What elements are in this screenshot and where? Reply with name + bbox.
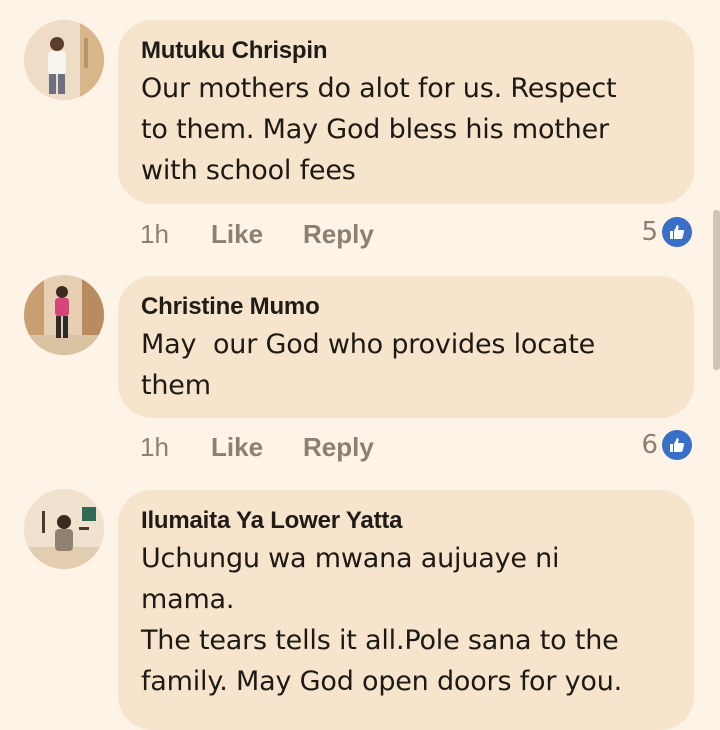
avatar[interactable] bbox=[24, 489, 104, 569]
comment-author[interactable]: Christine Mumo bbox=[141, 290, 672, 324]
like-button[interactable]: Like bbox=[211, 216, 263, 252]
comment-time[interactable]: 1h bbox=[140, 429, 169, 465]
reaction-summary[interactable]: 6 bbox=[641, 427, 694, 463]
reaction-count: 6 bbox=[641, 430, 658, 460]
comment-text: May our God who provides locate them bbox=[141, 329, 596, 401]
thumbs-up-icon bbox=[660, 428, 694, 462]
comment-bubble: Christine Mumo May our God who provides … bbox=[118, 276, 694, 418]
avatar[interactable] bbox=[24, 20, 104, 100]
thumbs-up-icon bbox=[660, 215, 694, 249]
comment-bubble: Mutuku Chrispin Our mothers do alot for … bbox=[118, 20, 694, 204]
comment-text: Our mothers do alot for us. Respect to t… bbox=[141, 73, 617, 186]
comment-time[interactable]: 1h bbox=[140, 216, 169, 252]
reply-button[interactable]: Reply bbox=[303, 216, 374, 252]
reaction-summary[interactable]: 5 bbox=[641, 214, 694, 250]
reply-button[interactable]: Reply bbox=[303, 429, 374, 465]
comment-text: Uchungu wa mwana aujuaye ni mama. The te… bbox=[141, 543, 623, 697]
scrollbar[interactable] bbox=[713, 210, 720, 370]
comment-author[interactable]: Mutuku Chrispin bbox=[141, 34, 672, 68]
comment-author[interactable]: Ilumaita Ya Lower Yatta bbox=[141, 504, 672, 538]
reaction-count: 5 bbox=[641, 217, 658, 247]
avatar[interactable] bbox=[24, 275, 104, 355]
like-button[interactable]: Like bbox=[211, 429, 263, 465]
comment-bubble: Ilumaita Ya Lower Yatta Uchungu wa mwana… bbox=[118, 490, 694, 730]
